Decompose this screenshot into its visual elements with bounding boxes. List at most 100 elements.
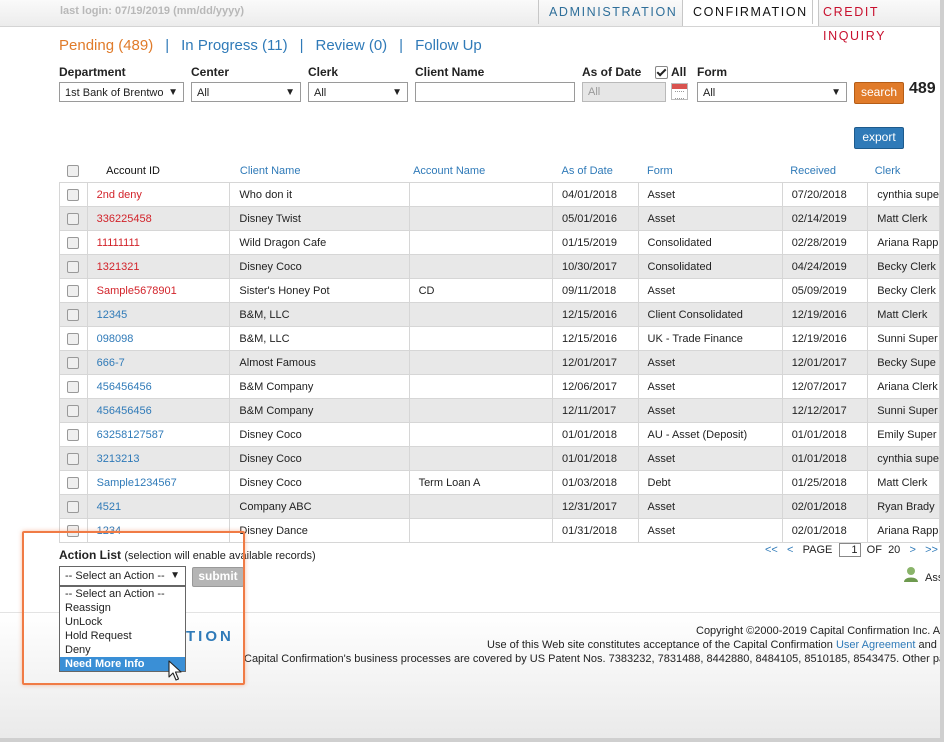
of-label: OF (866, 543, 882, 556)
row-checkbox[interactable] (67, 260, 80, 273)
assign-label[interactable]: Ass (925, 572, 940, 584)
user-icon[interactable] (903, 566, 919, 582)
row-checkbox[interactable] (67, 308, 80, 321)
clerk-cell: Becky Clerk (867, 278, 940, 303)
account-id-link[interactable]: 3213213 (86, 446, 231, 471)
form-cell: Asset (637, 494, 783, 519)
account-id-link[interactable]: 456456456 (86, 398, 231, 423)
row-checkbox[interactable] (67, 236, 80, 249)
account-id-link[interactable]: 456456456 (86, 374, 231, 399)
table-row[interactable]: 4521 Company ABC 12/31/2017 Asset 02/01/2018… (59, 494, 940, 519)
table-row[interactable]: 456456456 B&M Company 12/06/2017 Asset 12/07… (59, 374, 940, 399)
account-id-link[interactable]: 2nd deny (86, 182, 231, 207)
account-id-link[interactable]: Sample1234567 (86, 470, 231, 495)
account-id-link[interactable]: 666-7 (86, 350, 231, 375)
department-value: 1st Bank of Brentwo (65, 87, 164, 99)
client-name-cell: Disney Coco (229, 254, 410, 279)
form-cell: AU - Asset (Deposit) (637, 422, 783, 447)
user-agreement-link[interactable]: User Agreement (836, 639, 915, 651)
column-header-received[interactable]: Received (782, 160, 868, 183)
export-button[interactable]: export (854, 127, 904, 149)
as-of-date-cell: 01/01/2018 (551, 422, 639, 447)
row-checkbox[interactable] (67, 188, 80, 201)
account-name-cell (408, 374, 553, 399)
page-number-input[interactable]: 1 (838, 543, 861, 557)
row-checkbox[interactable] (67, 428, 80, 441)
tab-credit-inquiry[interactable]: CREDIT INQUIRY (812, 0, 940, 43)
in-progress-link[interactable]: In Progress (11) (181, 37, 287, 54)
department-select[interactable]: 1st Bank of Brentwo ▼ (59, 82, 184, 102)
row-checkbox[interactable] (67, 476, 80, 489)
row-checkbox[interactable] (67, 452, 80, 465)
row-checkbox[interactable] (67, 356, 80, 369)
clerk-cell: Sunni Super (867, 398, 940, 423)
column-header-form[interactable]: Form (638, 160, 782, 183)
account-id-link[interactable]: 4521 (86, 494, 231, 519)
table-row[interactable]: 1321321 Disney Coco 10/30/2017 Consolidated… (59, 254, 940, 279)
column-header-clerk[interactable]: Clerk (868, 160, 940, 183)
row-checkbox[interactable] (67, 380, 80, 393)
client-name-cell: Who don it (229, 182, 410, 207)
usage-suffix: and (918, 639, 937, 651)
client-name-input[interactable] (415, 82, 575, 102)
select-all-checkbox[interactable] (67, 165, 80, 178)
last-page-button[interactable]: >> (925, 544, 938, 556)
row-checkbox[interactable] (67, 404, 80, 417)
next-page-button[interactable]: > (909, 544, 915, 556)
account-name-cell (408, 422, 553, 447)
as-of-all-checkbox[interactable] (655, 66, 668, 79)
received-cell: 02/01/2018 (781, 518, 869, 543)
account-id-link[interactable]: 63258127587 (86, 422, 231, 447)
table-row[interactable]: 63258127587 Disney Coco 01/01/2018 AU - Ass… (59, 422, 940, 447)
prev-page-button[interactable]: < (787, 544, 793, 556)
table-row[interactable]: Sample1234567 Disney Coco Term Loan A 01/03… (59, 470, 940, 495)
as-of-date-input[interactable]: All (582, 82, 666, 102)
table-row[interactable]: 456456456 B&M Company 12/11/2017 Asset 12/12… (59, 398, 940, 423)
review-link[interactable]: Review (0) (315, 37, 387, 54)
row-select-cell (59, 206, 88, 231)
table-header-row: Account ID Client Name Account Name As o… (60, 160, 940, 183)
table-row[interactable]: 098098 B&M, LLC 12/15/2016 UK - Trade Finan… (59, 326, 940, 351)
tab-administration[interactable]: ADMINISTRATION (538, 0, 687, 24)
column-header-account-id[interactable]: Account ID (87, 160, 230, 183)
table-row[interactable]: 336225458 Disney Twist 05/01/2016 Asset 02/1… (59, 206, 940, 231)
received-cell: 01/01/2018 (781, 422, 869, 447)
client-name-cell: Sister's Honey Pot (229, 278, 410, 303)
first-page-button[interactable]: << (765, 544, 778, 556)
row-checkbox[interactable] (67, 500, 80, 513)
table-row[interactable]: 11111111 Wild Dragon Cafe 01/15/2019 Consol… (59, 230, 940, 255)
summary-separator: | (299, 37, 304, 54)
column-header-client-name[interactable]: Client Name (230, 160, 409, 183)
table-row[interactable]: 2nd deny Who don it 04/01/2018 Asset 07/20/2… (59, 182, 940, 207)
column-header-account-name[interactable]: Account Name (409, 160, 552, 183)
account-id-link[interactable]: 12345 (86, 302, 231, 327)
as-of-date-cell: 12/15/2016 (551, 302, 639, 327)
account-id-link[interactable]: 336225458 (86, 206, 231, 231)
usage-prefix: Use of this Web site constitutes accepta… (487, 639, 833, 651)
clerk-label: Clerk (308, 65, 339, 79)
clerk-cell: Ariana Clerk (867, 374, 940, 399)
table-row[interactable]: 12345 B&M, LLC 12/15/2016 Client Consolidat… (59, 302, 940, 327)
search-button[interactable]: search (854, 82, 904, 104)
table-row[interactable]: 3213213 Disney Coco 01/01/2018 Asset 01/01/2… (59, 446, 940, 471)
follow-up-link[interactable]: Follow Up (415, 37, 482, 54)
tab-confirmation[interactable]: CONFIRMATION (682, 0, 819, 26)
row-checkbox[interactable] (67, 284, 80, 297)
table-row[interactable]: 666-7 Almost Famous 12/01/2017 Asset 12/01/2… (59, 350, 940, 375)
account-name-cell (408, 302, 553, 327)
calendar-icon[interactable] (671, 83, 688, 100)
column-header-as-of-date[interactable]: As of Date (552, 160, 638, 183)
account-id-link[interactable]: 1321321 (86, 254, 231, 279)
form-select[interactable]: All ▼ (697, 82, 847, 102)
center-select[interactable]: All ▼ (191, 82, 301, 102)
table-row[interactable]: Sample5678901 Sister's Honey Pot CD 09/11/2… (59, 278, 940, 303)
row-checkbox[interactable] (67, 212, 80, 225)
account-id-link[interactable]: 098098 (86, 326, 231, 351)
clerk-select[interactable]: All ▼ (308, 82, 408, 102)
account-id-link[interactable]: Sample5678901 (86, 278, 231, 303)
row-checkbox[interactable] (67, 332, 80, 345)
pending-link[interactable]: Pending (489) (59, 37, 153, 54)
row-select-cell (59, 350, 88, 375)
account-id-link[interactable]: 11111111 (86, 230, 231, 255)
account-name-cell (408, 230, 553, 255)
